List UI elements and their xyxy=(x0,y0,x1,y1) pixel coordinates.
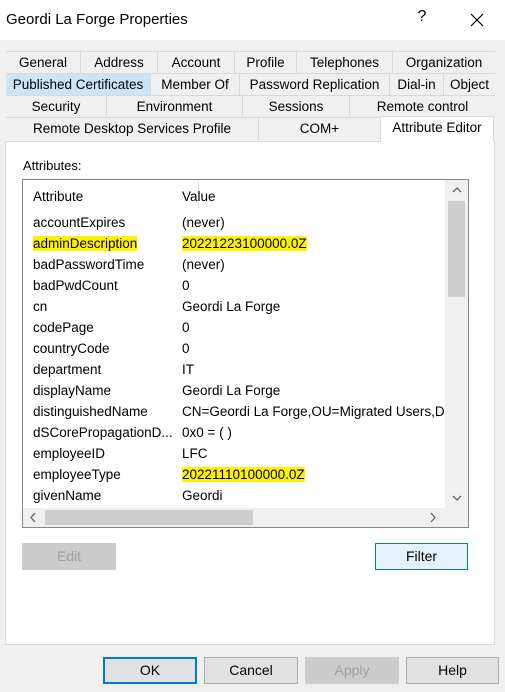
scroll-corner xyxy=(445,510,468,527)
list-row[interactable]: badPasswordTime (never) xyxy=(23,255,447,276)
attributes-list[interactable]: Attribute Value accountExpires (never) ad… xyxy=(22,179,469,528)
attributes-label: Attributes: xyxy=(23,158,82,173)
tab-profile[interactable]: Profile xyxy=(234,52,296,74)
list-row[interactable]: dSCorePropagationD... 0x0 = ( ) xyxy=(23,423,447,444)
attribute-name: givenName xyxy=(33,488,102,503)
tab-row-3: Security Environment Sessions Remote con… xyxy=(6,95,495,118)
list-row[interactable]: adminDescription 20221223100000.0Z xyxy=(23,234,447,255)
tab-environment[interactable]: Environment xyxy=(106,96,242,118)
cancel-button[interactable]: Cancel xyxy=(204,657,298,684)
tab-organization[interactable]: Organization xyxy=(392,52,495,74)
attribute-value: 0 xyxy=(182,278,190,293)
scroll-left-icon[interactable] xyxy=(23,508,43,527)
horizontal-scrollbar[interactable] xyxy=(23,508,445,527)
scroll-up-icon[interactable] xyxy=(445,180,468,200)
column-header-attribute[interactable]: Attribute xyxy=(33,189,83,204)
tab-object[interactable]: Object xyxy=(443,74,495,96)
tab-row-2: Published Certificates Member Of Passwor… xyxy=(6,73,495,96)
tab-dial-in[interactable]: Dial-in xyxy=(389,74,443,96)
tab-address[interactable]: Address xyxy=(80,52,157,74)
help-button[interactable]: Help xyxy=(406,657,499,684)
tab-account[interactable]: Account xyxy=(157,52,234,74)
list-row[interactable]: employeeType 20221110100000.0Z xyxy=(23,465,447,486)
tab-com-plus[interactable]: COM+ xyxy=(258,118,380,140)
vertical-scrollbar[interactable] xyxy=(445,180,468,510)
tab-general[interactable]: General xyxy=(6,52,80,74)
scroll-right-icon[interactable] xyxy=(423,508,443,527)
attribute-name: badPwdCount xyxy=(33,278,118,293)
attribute-value: Geordi xyxy=(182,488,223,503)
attribute-name: countryCode xyxy=(33,341,110,356)
attribute-value: 0x0 = ( ) xyxy=(182,425,232,440)
attribute-name: department xyxy=(33,362,102,377)
list-row[interactable]: cn Geordi La Forge xyxy=(23,297,447,318)
tab-remote-control[interactable]: Remote control xyxy=(349,96,495,118)
attribute-value: CN=Geordi La Forge,OU=Migrated Users,DC xyxy=(182,404,446,419)
tab-sessions[interactable]: Sessions xyxy=(242,96,349,118)
list-row[interactable]: codePage 0 xyxy=(23,318,447,339)
attribute-value: 0 xyxy=(182,320,190,335)
attribute-name: employeeID xyxy=(33,446,106,461)
close-icon[interactable] xyxy=(462,6,492,34)
list-row[interactable]: badPwdCount 0 xyxy=(23,276,447,297)
tab-password-replication[interactable]: Password Replication xyxy=(239,74,389,96)
tab-attribute-editor[interactable]: Attribute Editor xyxy=(380,116,494,142)
attribute-value: 0 xyxy=(182,341,190,356)
window-title: Geordi La Forge Properties xyxy=(6,11,188,28)
tab-row-1: General Address Account Profile Telephon… xyxy=(6,51,495,74)
filter-button[interactable]: Filter xyxy=(375,543,468,570)
list-row[interactable]: countryCode 0 xyxy=(23,339,447,360)
apply-button[interactable]: Apply xyxy=(305,657,399,684)
attribute-name: accountExpires xyxy=(33,215,126,230)
attribute-name: cn xyxy=(33,299,48,314)
help-icon[interactable]: ? xyxy=(412,8,432,30)
attribute-value: IT xyxy=(182,362,194,377)
edit-button[interactable]: Edit xyxy=(22,543,116,570)
tab-row-4: Remote Desktop Services Profile COM+ xyxy=(6,117,380,140)
ok-button[interactable]: OK xyxy=(103,657,197,684)
attribute-value: LFC xyxy=(182,446,208,461)
attribute-value: Geordi La Forge xyxy=(182,383,281,398)
attribute-name: codePage xyxy=(33,320,94,335)
attribute-value: Geordi La Forge xyxy=(182,299,281,314)
tab-published-certificates[interactable]: Published Certificates xyxy=(6,74,150,96)
tab-remote-desktop-services-profile[interactable]: Remote Desktop Services Profile xyxy=(6,118,258,140)
attribute-name: badPasswordTime xyxy=(33,257,145,272)
attribute-name: displayName xyxy=(33,383,112,398)
attribute-name: adminDescription xyxy=(33,236,138,251)
list-row[interactable]: accountExpires (never) xyxy=(23,213,447,234)
attribute-name: employeeType xyxy=(33,467,121,482)
list-row[interactable]: distinguishedName CN=Geordi La Forge,OU=M… xyxy=(23,402,447,423)
list-row[interactable]: givenName Geordi xyxy=(23,486,447,507)
tab-member-of[interactable]: Member Of xyxy=(150,74,239,96)
attribute-name: dSCorePropagationD... xyxy=(33,425,173,440)
attribute-value: (never) xyxy=(182,215,225,230)
column-header-value[interactable]: Value xyxy=(182,189,216,204)
scroll-down-icon[interactable] xyxy=(445,488,468,508)
attribute-name: distinguishedName xyxy=(33,404,148,419)
title-bar: Geordi La Forge Properties ? xyxy=(0,0,505,40)
list-row[interactable]: displayName Geordi La Forge xyxy=(23,381,447,402)
horizontal-scroll-thumb[interactable] xyxy=(45,510,253,525)
list-row[interactable]: employeeID LFC xyxy=(23,444,447,465)
list-row[interactable]: department IT xyxy=(23,360,447,381)
tab-security[interactable]: Security xyxy=(6,96,106,118)
vertical-scroll-thumb[interactable] xyxy=(448,201,465,297)
tab-telephones[interactable]: Telephones xyxy=(296,52,392,74)
attribute-value: 20221110100000.0Z xyxy=(182,467,305,482)
attribute-value: 20221223100000.0Z xyxy=(182,236,307,251)
attribute-value: (never) xyxy=(182,257,225,272)
